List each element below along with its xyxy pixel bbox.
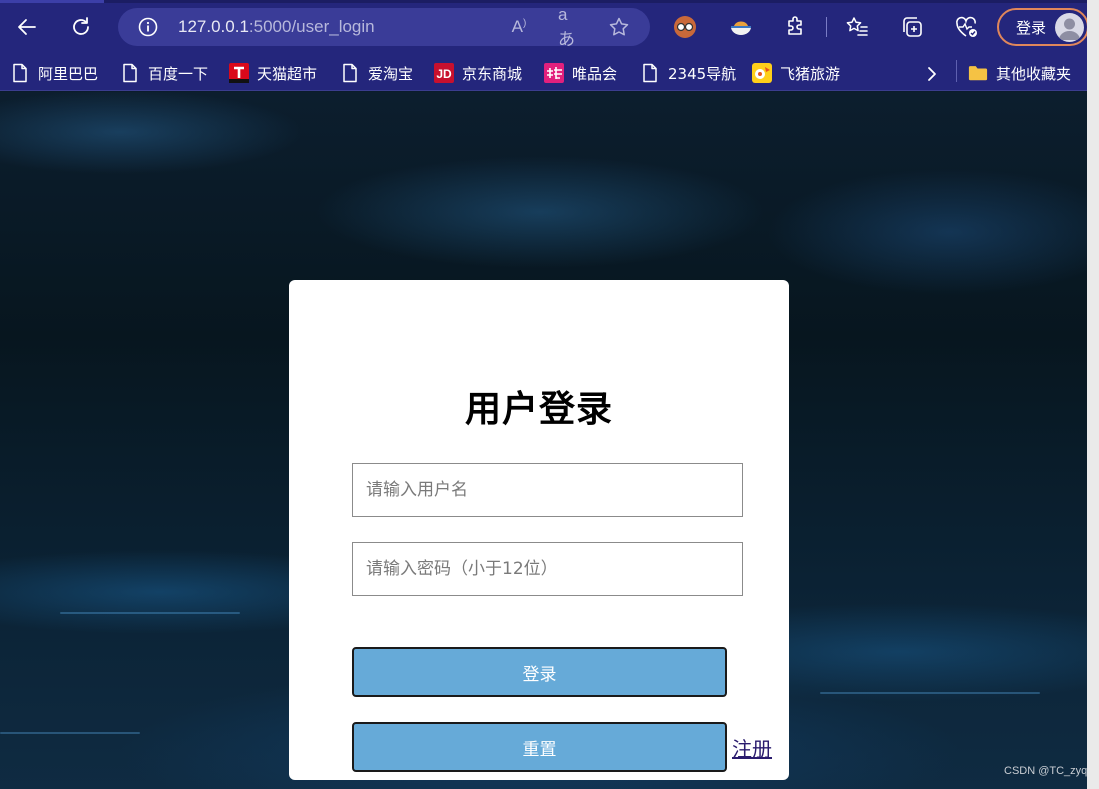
collections-icon[interactable]: [899, 14, 925, 40]
background-light-streak: [60, 612, 240, 614]
extensions-puzzle-icon[interactable]: [783, 14, 809, 40]
svg-text:JD: JD: [436, 67, 452, 81]
bookmark-label: 京东商城: [462, 64, 523, 83]
extension-glasses-icon[interactable]: [672, 14, 698, 40]
favorite-star-icon[interactable]: [608, 16, 630, 38]
page-background: 用户登录 登录 重置 注册: [0, 92, 1087, 789]
tmall-icon: [229, 63, 249, 83]
bookmark-2345[interactable]: 2345导航: [640, 60, 736, 86]
translate-icon[interactable]: aあ: [558, 5, 580, 49]
bookmark-vip[interactable]: 唯品会: [544, 60, 617, 86]
username-input[interactable]: [352, 463, 743, 517]
bookmarks-divider: [956, 60, 957, 82]
bookmark-tmall[interactable]: 天猫超市: [229, 60, 317, 86]
login-button[interactable]: 登录: [352, 647, 727, 697]
bookmark-label: 唯品会: [572, 64, 618, 83]
extension-bowl-icon[interactable]: [728, 14, 754, 40]
bookmark-label: 百度一下: [148, 64, 209, 83]
other-bookmarks-folder[interactable]: 其他收藏夹: [968, 60, 1071, 86]
bookmark-label: 天猫超市: [257, 64, 318, 83]
register-link[interactable]: 注册: [732, 733, 772, 762]
bookmark-label: 爱淘宝: [368, 64, 414, 83]
profile-button[interactable]: 登录: [997, 8, 1089, 46]
jd-icon: JD: [434, 63, 454, 83]
reset-button[interactable]: 重置: [352, 722, 727, 772]
active-tab[interactable]: [0, 0, 104, 3]
page-icon: [120, 63, 140, 83]
password-input[interactable]: [352, 542, 743, 596]
browser-essentials-icon[interactable]: [954, 14, 980, 40]
chevron-right-icon[interactable]: [922, 64, 942, 84]
other-bookmarks-label: 其他收藏夹: [996, 64, 1072, 83]
fliggy-icon: [752, 63, 772, 83]
reload-icon: [73, 17, 89, 35]
site-info-icon[interactable]: [138, 17, 158, 37]
page-icon: [10, 63, 30, 83]
url-path: :5000/user_login: [248, 17, 375, 36]
back-button[interactable]: [10, 10, 44, 44]
toolbar-divider: [826, 17, 827, 37]
vip-icon: [544, 63, 564, 83]
bookmark-label: 2345导航: [668, 64, 737, 83]
bookmark-label: 阿里巴巴: [38, 64, 99, 83]
avatar-icon: [1055, 13, 1084, 42]
window-edge: [1087, 0, 1099, 789]
reload-button[interactable]: [64, 10, 98, 44]
tab-strip: [0, 0, 1099, 3]
folder-icon: [968, 63, 988, 83]
back-arrow-icon: [18, 19, 36, 35]
bookmark-baidu[interactable]: 百度一下: [120, 60, 208, 86]
url-text[interactable]: 127.0.0.1:5000/user_login: [178, 17, 375, 37]
login-title: 用户登录: [464, 389, 613, 430]
read-aloud-icon[interactable]: A): [508, 16, 530, 38]
bookmark-label: 飞猪旅游: [780, 64, 841, 83]
bookmarks-bar: 阿里巴巴 百度一下 天猫超市 爱淘宝 JD 京东商城 唯品会 2345导航 飞猪…: [0, 54, 1099, 91]
login-card: 用户登录 登录 重置 注册: [289, 280, 789, 780]
url-host: 127.0.0.1: [178, 17, 249, 36]
bookmark-fliggy[interactable]: 飞猪旅游: [752, 60, 840, 86]
watermark: CSDN @TC_zyq: [1004, 765, 1088, 777]
bookmark-alibaba[interactable]: 阿里巴巴: [10, 60, 98, 86]
bookmark-jd[interactable]: JD 京东商城: [434, 60, 522, 86]
profile-label: 登录: [1016, 18, 1047, 37]
background-light-streak: [820, 692, 1040, 694]
bookmark-aitaobao[interactable]: 爱淘宝: [340, 60, 413, 86]
browser-toolbar: 127.0.0.1:5000/user_login A) aあ 登录: [0, 0, 1099, 54]
page-icon: [640, 63, 660, 83]
background-light-streak: [0, 732, 140, 734]
page-icon: [340, 63, 360, 83]
address-bar[interactable]: 127.0.0.1:5000/user_login A) aあ: [118, 5, 650, 49]
favorites-list-icon[interactable]: [844, 14, 870, 40]
